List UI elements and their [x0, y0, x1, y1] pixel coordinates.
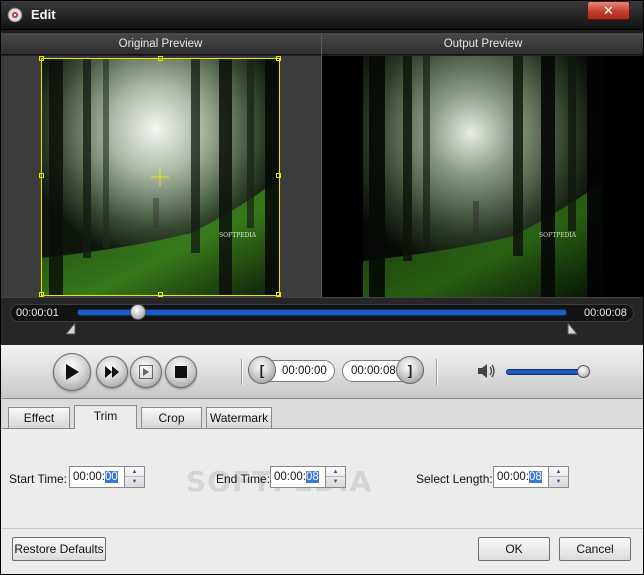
separator: [436, 359, 437, 385]
output-preview-header: Output Preview: [322, 33, 644, 55]
spin-up-icon[interactable]: ▲: [326, 467, 345, 477]
cancel-button[interactable]: Cancel: [559, 537, 631, 561]
spin-up-icon[interactable]: ▲: [549, 467, 568, 477]
spin-down-icon[interactable]: ▼: [326, 477, 345, 487]
playback-controls: 00:00:00 [ 00:00:08 ]: [0, 345, 644, 399]
end-time-selected: 08: [305, 471, 319, 483]
output-preview-pane: SOFTPEDIA: [322, 56, 644, 297]
tab-crop[interactable]: Crop: [141, 407, 202, 428]
next-frame-button[interactable]: [96, 356, 128, 388]
close-button[interactable]: ✕: [587, 1, 630, 20]
close-icon: ✕: [603, 3, 614, 18]
stop-icon: [175, 366, 187, 378]
restore-defaults-button[interactable]: Restore Defaults: [12, 537, 106, 561]
end-time-label: End Time:: [216, 472, 271, 486]
select-length-label: Select Length:: [416, 472, 493, 486]
play-button[interactable]: [53, 353, 91, 391]
original-preview-header: Original Preview: [0, 33, 321, 55]
spin-up-icon[interactable]: ▲: [125, 467, 144, 477]
volume-slider[interactable]: [507, 370, 587, 374]
clip-button[interactable]: [130, 356, 162, 388]
select-length-input[interactable]: 00:00:08 ▲ ▼: [493, 466, 569, 488]
select-length-spinner[interactable]: ▲ ▼: [548, 467, 568, 487]
timeline-track[interactable]: [78, 310, 566, 315]
end-time-prefix: 00:00:: [274, 471, 306, 483]
end-time-input[interactable]: 00:00:08 ▲ ▼: [270, 466, 346, 488]
output-image-caption: SOFTPEDIA: [539, 232, 577, 239]
window-title: Edit: [31, 7, 56, 22]
clip-icon: [139, 365, 153, 379]
timeline-scrubber[interactable]: [130, 304, 146, 320]
start-time-prefix: 00:00:: [73, 471, 105, 483]
crop-handle-top-left[interactable]: [39, 56, 44, 61]
start-time-label: Start Time:: [9, 472, 68, 486]
crop-handle-top-right[interactable]: [276, 56, 281, 61]
select-length-prefix: 00:00:: [497, 471, 529, 483]
title-bar: Edit ✕: [0, 0, 644, 30]
crop-center-crosshair-icon[interactable]: [151, 168, 169, 186]
tab-effect[interactable]: Effect: [8, 407, 70, 428]
crop-handle-top[interactable]: [158, 56, 163, 61]
start-time-selected: 00: [104, 471, 118, 483]
set-end-button[interactable]: ]: [396, 356, 424, 384]
total-time: 00:00:08: [584, 307, 627, 319]
volume-icon[interactable]: [477, 363, 497, 379]
output-preview-image: SOFTPEDIA: [363, 56, 603, 297]
spin-down-icon[interactable]: ▼: [549, 477, 568, 487]
original-preview-pane: SOFTPEDIA: [0, 56, 321, 297]
end-time-spinner[interactable]: ▲ ▼: [325, 467, 345, 487]
stop-button[interactable]: [165, 356, 197, 388]
separator: [241, 359, 242, 385]
next-frame-icon: [105, 366, 119, 378]
app-icon: [7, 7, 23, 23]
crop-handle-right[interactable]: [276, 173, 281, 178]
crop-handle-left[interactable]: [39, 173, 44, 178]
start-time-spinner[interactable]: ▲ ▼: [124, 467, 144, 487]
set-start-button[interactable]: [: [248, 356, 276, 384]
trim-end-marker-icon[interactable]: [567, 323, 577, 335]
spin-down-icon[interactable]: ▼: [125, 477, 144, 487]
tab-watermark[interactable]: Watermark: [206, 407, 272, 428]
start-time-input[interactable]: 00:00:00 ▲ ▼: [69, 466, 145, 488]
select-length-selected: 08: [528, 471, 542, 483]
trim-start-marker-icon[interactable]: [66, 323, 76, 335]
ok-button[interactable]: OK: [478, 537, 550, 561]
current-time: 00:00:01: [16, 307, 59, 319]
tab-trim[interactable]: Trim: [74, 405, 137, 429]
play-icon: [66, 364, 79, 380]
volume-knob[interactable]: [577, 365, 590, 378]
timeline-bar: 00:00:01 00:00:08: [0, 297, 644, 345]
